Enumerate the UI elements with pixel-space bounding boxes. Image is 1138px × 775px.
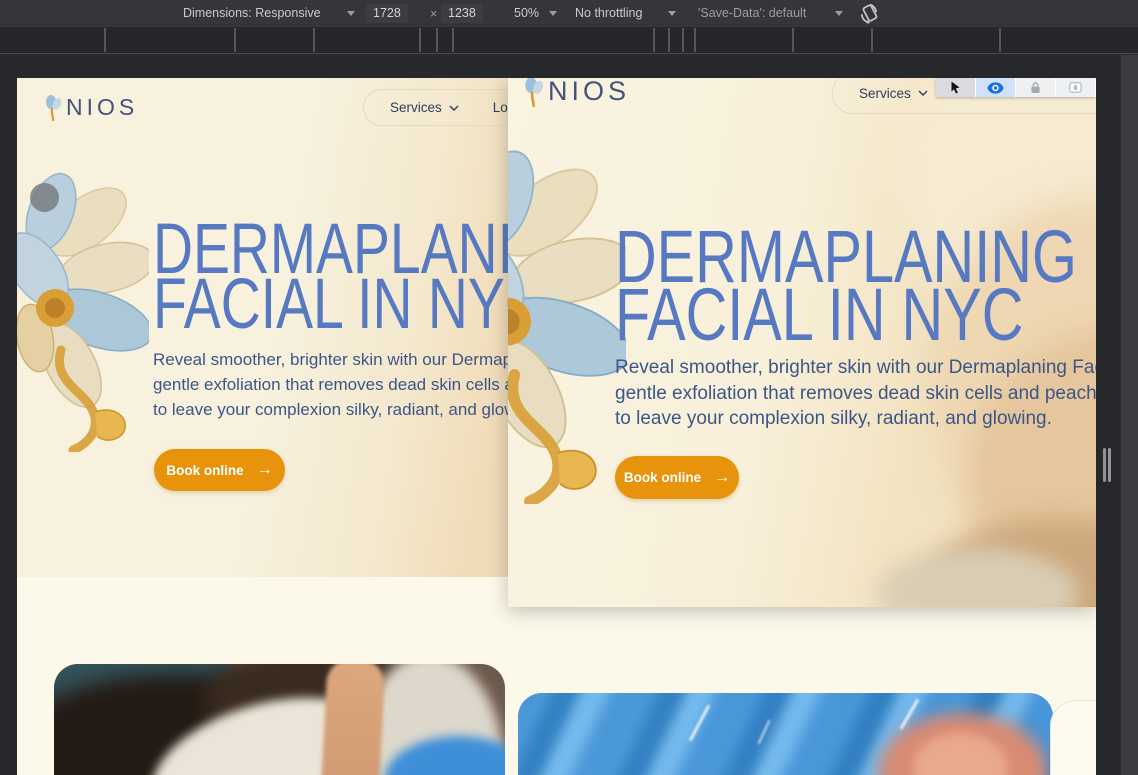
- viewport-width-input[interactable]: 1728: [366, 4, 408, 23]
- media-query-divider: [104, 28, 106, 52]
- media-query-divider: [999, 28, 1001, 52]
- save-data-caret-icon[interactable]: [835, 11, 843, 16]
- eye-tool-button[interactable]: [976, 78, 1016, 97]
- rotate-device-icon[interactable]: [857, 2, 881, 25]
- hero-title-line2: FACIAL IN NYC: [615, 273, 1024, 356]
- device-tool-button[interactable]: [1056, 78, 1096, 97]
- gallery-photo-gloves[interactable]: [518, 693, 1053, 775]
- nav-item-services[interactable]: Services: [859, 86, 928, 101]
- lock-tool-button[interactable]: [1016, 78, 1056, 97]
- site-logo[interactable]: NIOS: [45, 94, 138, 121]
- eye-icon: [987, 81, 1004, 94]
- arrow-right-icon: →: [256, 461, 273, 478]
- book-online-button[interactable]: Book online →: [154, 449, 285, 491]
- dimensions-multiply: ×: [430, 7, 438, 21]
- viewport-height-input[interactable]: 1238: [441, 4, 483, 23]
- brand-name: NIOS: [66, 94, 139, 120]
- zoom-select[interactable]: 50%: [514, 6, 539, 20]
- site-logo[interactable]: NIOS: [524, 78, 630, 107]
- media-query-divider: [313, 28, 315, 52]
- throttling-select[interactable]: No throttling: [575, 6, 642, 20]
- save-data-select[interactable]: 'Save-Data': default: [698, 6, 806, 20]
- viewport-resize-handle[interactable]: [1103, 448, 1106, 482]
- logo-flower-icon: [525, 78, 544, 107]
- media-query-divider: [436, 28, 438, 52]
- logo-flower-icon: [46, 94, 62, 121]
- dimensions-caret-icon[interactable]: [347, 11, 355, 16]
- media-query-divider: [234, 28, 236, 52]
- gallery-photo-next[interactable]: [1050, 700, 1096, 775]
- chevron-down-icon: [918, 90, 928, 96]
- page-overlay: NIOS Services DERMAPLANING FACIAL IN NYC…: [508, 78, 1096, 607]
- gallery-photo-facial[interactable]: [54, 664, 505, 775]
- lock-icon: [1031, 82, 1040, 93]
- nav-item-services[interactable]: Services: [390, 100, 459, 115]
- cursor-tool-button[interactable]: [936, 78, 976, 97]
- media-query-divider: [419, 28, 421, 52]
- book-online-button[interactable]: Book online →: [615, 456, 739, 499]
- hero-title: DERMAPLANING FACIAL IN NYC: [615, 220, 1077, 356]
- devtools-panel-edge: [1121, 55, 1138, 775]
- device-toolbar: Dimensions: Responsive 1728 × 1238 50% N…: [0, 0, 1138, 27]
- viewport-resize-handle[interactable]: [1108, 448, 1111, 482]
- media-query-divider: [694, 28, 696, 52]
- brand-name: NIOS: [548, 78, 631, 106]
- media-query-divider: [668, 28, 670, 52]
- extension-toolbar: [936, 78, 1096, 97]
- media-query-divider: [792, 28, 794, 52]
- devtools-responsive-view: Dimensions: Responsive 1728 × 1238 50% N…: [0, 0, 1138, 775]
- media-query-divider: [653, 28, 655, 52]
- media-query-divider: [452, 28, 454, 52]
- hero-paragraph: Reveal smoother, brighter skin with our …: [615, 357, 1096, 429]
- media-query-divider: [682, 28, 684, 52]
- media-query-bar[interactable]: [0, 27, 1138, 54]
- chevron-down-icon: [449, 105, 459, 111]
- cursor-icon: [951, 81, 960, 94]
- gray-dot-art: [30, 183, 59, 212]
- media-query-divider: [871, 28, 873, 52]
- zoom-caret-icon[interactable]: [549, 11, 557, 16]
- device-frame-icon: [1069, 82, 1082, 93]
- dimensions-label[interactable]: Dimensions: Responsive: [183, 6, 321, 20]
- watercolor-flower-art: [508, 150, 626, 504]
- throttling-caret-icon[interactable]: [668, 11, 676, 16]
- arrow-right-icon: →: [714, 468, 731, 486]
